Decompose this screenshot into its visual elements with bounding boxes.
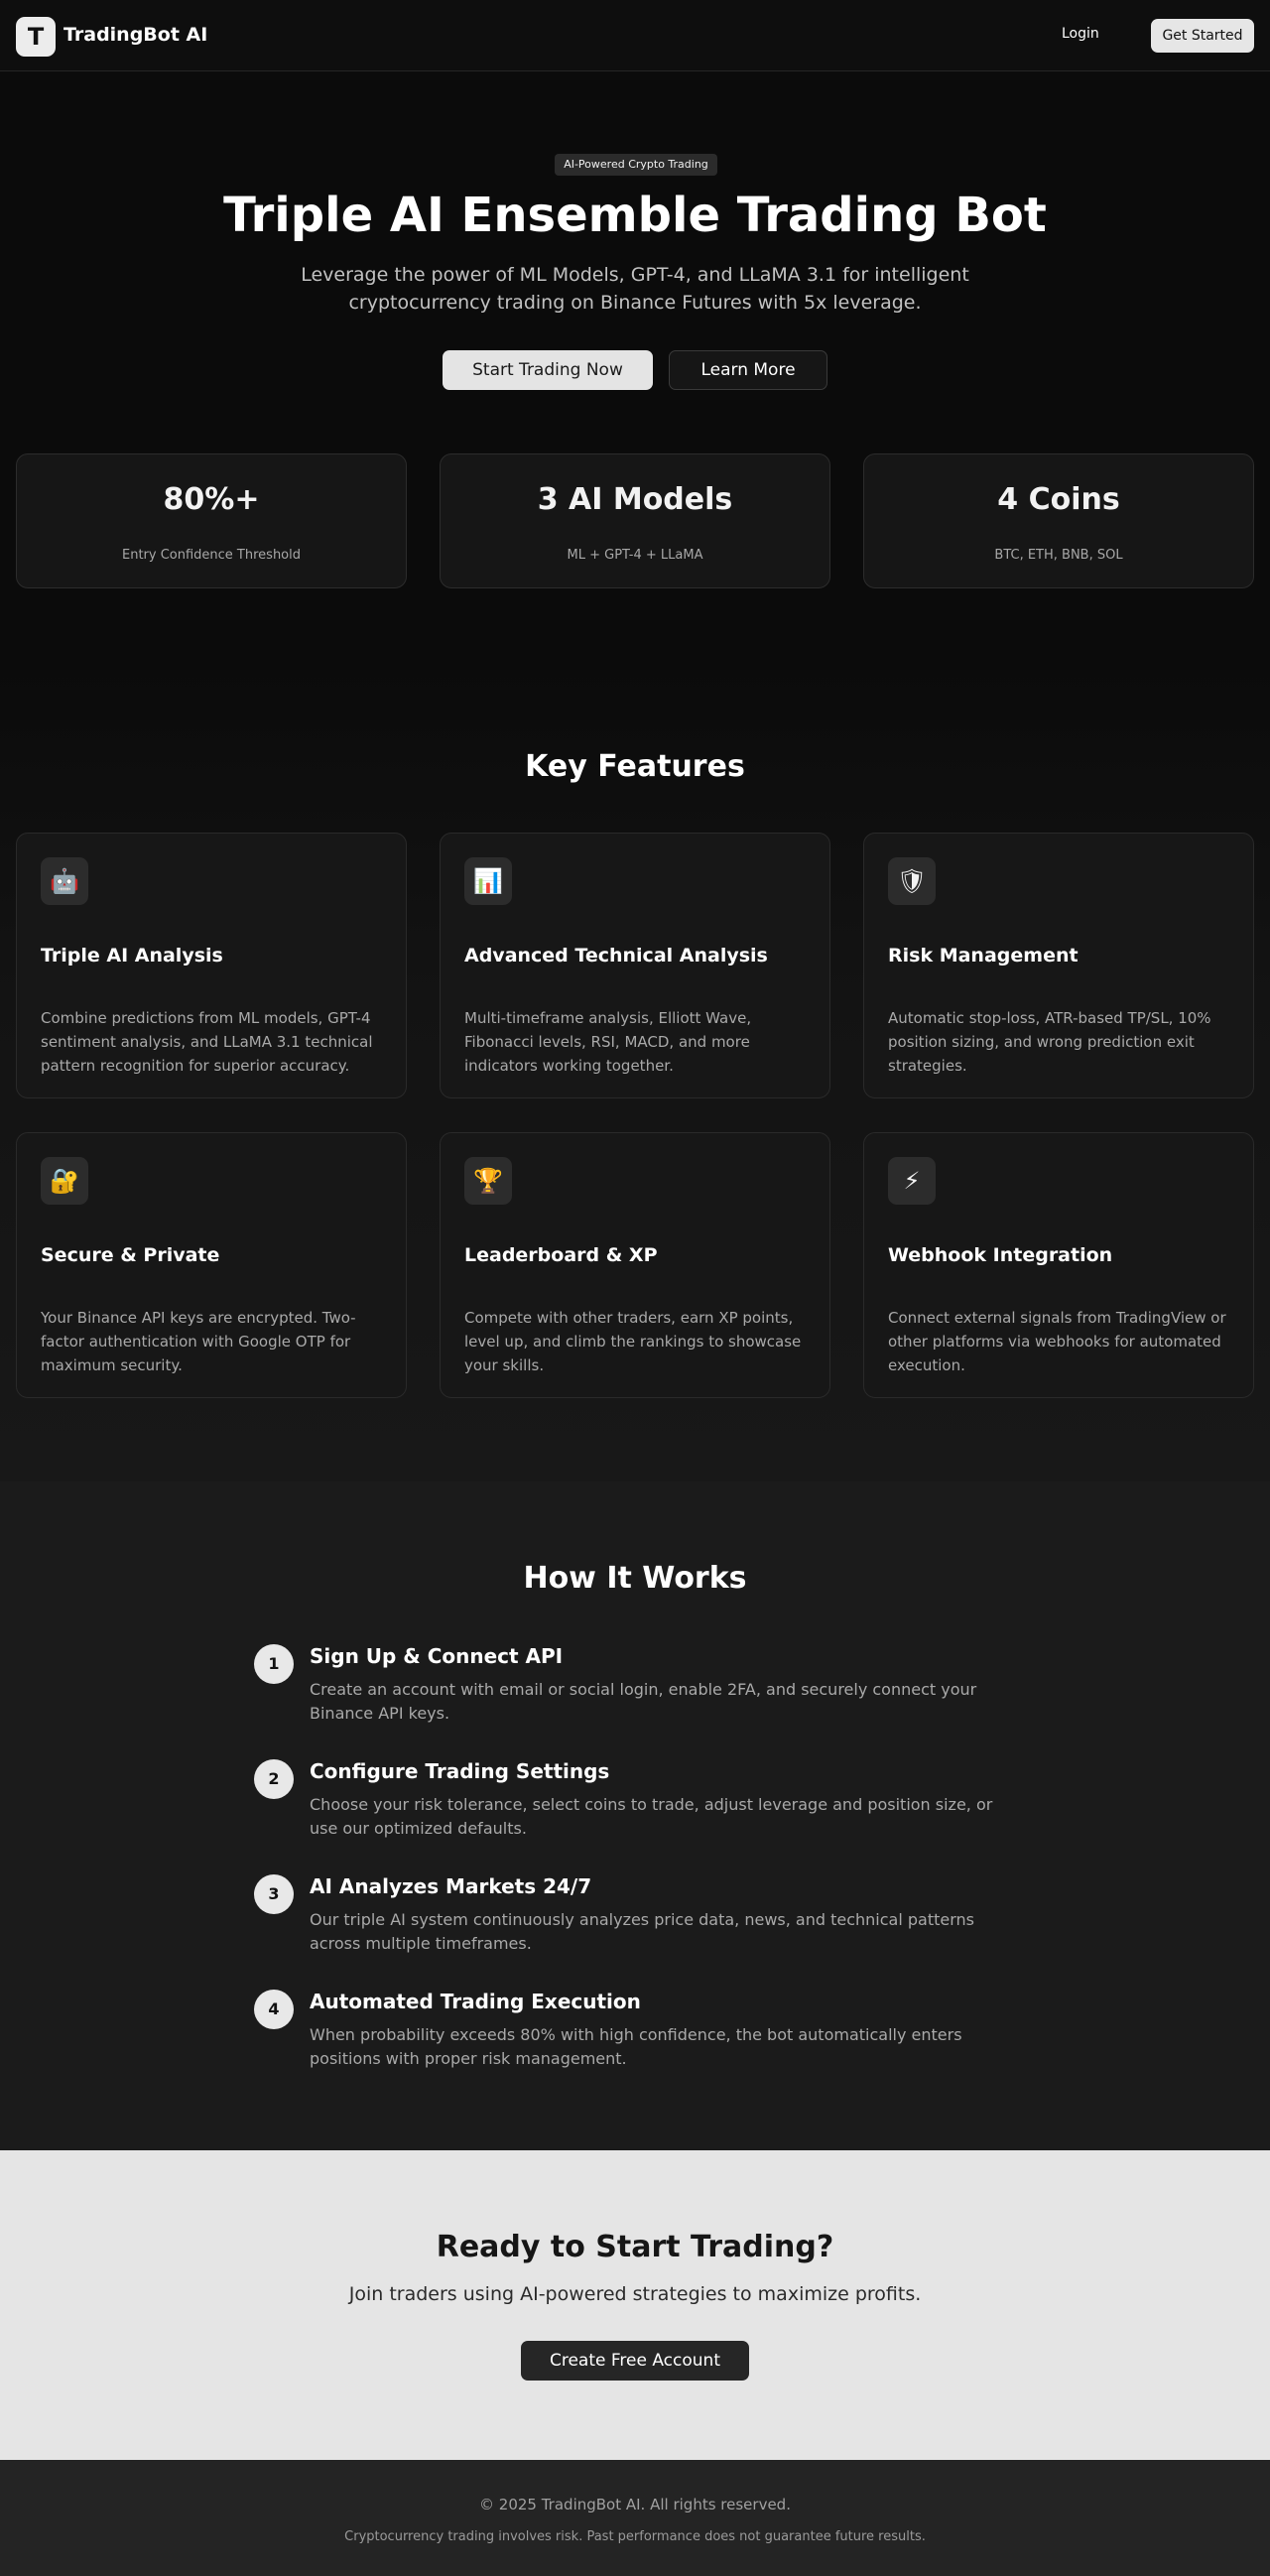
stat-card: 4 Coins BTC, ETH, BNB, SOL [863, 453, 1254, 588]
features-title: Key Features [525, 749, 745, 784]
top-navbar: T TradingBot AI Login Get Started [0, 0, 1270, 71]
hero-title: Triple AI Ensemble Trading Bot [223, 188, 1047, 243]
cta-title: Ready to Start Trading? [436, 2230, 834, 2264]
feature-card: 📊 Advanced Technical Analysis Multi-time… [440, 833, 830, 1098]
feature-title: Webhook Integration [888, 1244, 1113, 1266]
step-item: 2 Configure Trading Settings Choose your… [254, 1759, 1018, 1849]
feature-title: Risk Management [888, 945, 1079, 966]
features-section: Key Features 🤖 Triple AI Analysis Combin… [0, 668, 1270, 1481]
logo-icon[interactable]: T [16, 17, 56, 57]
trophy-icon: 🏆 [464, 1157, 512, 1205]
feature-description: Compete with other traders, earn XP poin… [464, 1309, 802, 1374]
feature-title: Secure & Private [41, 1244, 220, 1266]
step-number: 3 [254, 1874, 294, 1914]
stat-value: 4 Coins [997, 482, 1120, 517]
start-trading-button[interactable]: Start Trading Now [443, 350, 653, 390]
step-description: When probability exceeds 80% with high c… [310, 2025, 962, 2068]
lightning-icon: ⚡ [888, 1157, 936, 1205]
step-title: AI Analyzes Markets 24/7 [310, 1874, 592, 1898]
step-title: Configure Trading Settings [310, 1759, 610, 1783]
login-link[interactable]: Login [1062, 26, 1099, 42]
shield-icon: 🛡 [888, 857, 936, 905]
feature-description: Automatic stop-loss, ATR-based TP/SL, 10… [888, 1009, 1211, 1075]
feature-description: Connect external signals from TradingVie… [888, 1309, 1226, 1374]
feature-description: Your Binance API keys are encrypted. Two… [41, 1309, 356, 1374]
how-title: How It Works [523, 1561, 747, 1596]
feature-card: 🛡 Risk Management Automatic stop-loss, A… [863, 833, 1254, 1098]
stat-value: 3 AI Models [537, 482, 733, 517]
bar-chart-icon: 📊 [464, 857, 512, 905]
step-title: Sign Up & Connect API [310, 1644, 564, 1668]
stat-label: BTC, ETH, BNB, SOL [994, 548, 1123, 563]
feature-title: Triple AI Analysis [41, 945, 223, 966]
step-title: Automated Trading Execution [310, 1990, 641, 2013]
feature-title: Leaderboard & XP [464, 1244, 658, 1266]
footer-copyright: © 2025 TradingBot AI. All rights reserve… [479, 2496, 791, 2513]
stat-value: 80%+ [163, 482, 260, 517]
stat-card: 3 AI Models ML + GPT-4 + LLaMA [440, 453, 830, 588]
stat-label: Entry Confidence Threshold [121, 548, 301, 563]
footer-disclaimer: Cryptocurrency trading involves risk. Pa… [344, 2529, 926, 2544]
feature-description: Combine predictions from ML models, GPT-… [41, 1009, 373, 1075]
lock-icon: 🔐 [41, 1157, 88, 1205]
feature-title: Advanced Technical Analysis [464, 945, 768, 966]
hero-badge: AI-Powered Crypto Trading [555, 154, 717, 176]
footer: © 2025 TradingBot AI. All rights reserve… [0, 2460, 1270, 2576]
feature-card: 🤖 Triple AI Analysis Combine predictions… [16, 833, 407, 1098]
stat-label: ML + GPT-4 + LLaMA [567, 548, 703, 563]
cta-section: Ready to Start Trading? Join traders usi… [0, 2150, 1270, 2460]
hero-subtitle: Leverage the power of ML Models, GPT-4, … [301, 264, 969, 314]
cta-subtitle: Join traders using AI-powered strategies… [348, 2283, 922, 2305]
feature-card: 🔐 Secure & Private Your Binance API keys… [16, 1132, 407, 1398]
step-item: 3 AI Analyzes Markets 24/7 Our triple AI… [254, 1874, 1018, 1964]
step-description: Choose your risk tolerance, select coins… [310, 1795, 993, 1838]
step-item: 4 Automated Trading Execution When proba… [254, 1990, 1018, 2079]
get-started-button[interactable]: Get Started [1151, 19, 1254, 53]
learn-more-button[interactable]: Learn More [669, 350, 827, 390]
hero-section: AI-Powered Crypto Trading Triple AI Ense… [0, 72, 1270, 668]
feature-card: ⚡ Webhook Integration Connect external s… [863, 1132, 1254, 1398]
brand-name[interactable]: TradingBot AI [64, 24, 207, 46]
step-number: 1 [254, 1644, 294, 1684]
step-description: Our triple AI system continuously analyz… [310, 1910, 975, 1953]
create-account-button[interactable]: Create Free Account [521, 2341, 749, 2381]
feature-description: Multi-timeframe analysis, Elliott Wave, … [464, 1009, 752, 1075]
step-number: 4 [254, 1990, 294, 2029]
stat-card: 80%+ Entry Confidence Threshold [16, 453, 407, 588]
robot-icon: 🤖 [41, 857, 88, 905]
feature-card: 🏆 Leaderboard & XP Compete with other tr… [440, 1132, 830, 1398]
step-number: 2 [254, 1759, 294, 1799]
step-item: 1 Sign Up & Connect API Create an accoun… [254, 1644, 1018, 1734]
how-it-works-section: How It Works 1 Sign Up & Connect API Cre… [0, 1481, 1270, 2150]
step-description: Create an account with email or social l… [310, 1680, 977, 1723]
